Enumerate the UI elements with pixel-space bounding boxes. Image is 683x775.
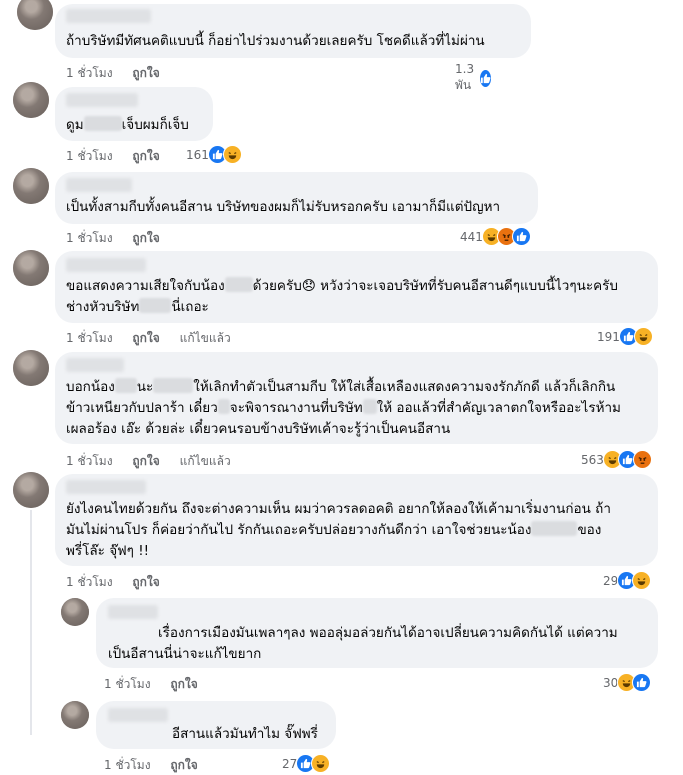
reaction-summary[interactable]: 1.3 พัน bbox=[455, 62, 493, 95]
reaction-count: 29 bbox=[603, 573, 619, 588]
redacted-name bbox=[531, 521, 578, 536]
like-link[interactable]: ถูกใจ bbox=[132, 454, 159, 468]
comment-meta: 1 ชั่วโมง ถูกใจ bbox=[66, 147, 176, 166]
reaction-count: 161 bbox=[186, 147, 209, 162]
comment-text-line-3: เผลอร้อง เอ๊ะ ด้วยล่ะ เดี๋ยวคนรอบข้างบริ… bbox=[66, 421, 451, 437]
like-link[interactable]: ถูกใจ bbox=[132, 331, 159, 345]
redacted-name bbox=[217, 399, 230, 414]
comment-meta: 1 ชั่วโมง ถูกใจ bbox=[66, 229, 176, 248]
timestamp[interactable]: 1 ชั่วโมง bbox=[104, 758, 151, 772]
like-icon bbox=[479, 69, 493, 88]
comment-text-line-2: ช่างหัวบริษัท นี่เถอะ bbox=[66, 298, 209, 315]
comment-text: ดูม เจ็บผมก็เจ็บ bbox=[66, 116, 189, 133]
comment-text-line-2: มันไม่ผ่านโปร ก็ค่อยว่ากันไป รักกันเถอะค… bbox=[66, 521, 602, 538]
avatar[interactable] bbox=[61, 598, 89, 626]
comment-meta: 1 ชั่วโมง ถูกใจ แก้ไขแล้ว bbox=[66, 452, 247, 471]
like-link[interactable]: ถูกใจ bbox=[132, 149, 159, 163]
reaction-summary[interactable]: 191 bbox=[597, 327, 653, 346]
like-link[interactable]: ถูกใจ bbox=[132, 575, 159, 589]
reaction-count: 441 bbox=[460, 229, 483, 244]
timestamp[interactable]: 1 ชั่วโมง bbox=[66, 575, 113, 589]
reaction-summary[interactable]: 563 bbox=[581, 450, 652, 469]
author-name[interactable] bbox=[108, 605, 158, 619]
timestamp[interactable]: 1 ชั่วโมง bbox=[66, 231, 113, 245]
redacted-name bbox=[139, 298, 172, 313]
avatar[interactable] bbox=[13, 250, 49, 286]
reaction-count: 30 bbox=[603, 675, 619, 690]
like-link[interactable]: ถูกใจ bbox=[170, 758, 197, 772]
comment-text-line-1: ยังไงคนไทยด้วยกัน ถึงจะต่างความเห็น ผมว่… bbox=[66, 501, 611, 517]
angry-icon bbox=[632, 450, 652, 469]
comment-text-line-3: พรี่โล๊ะ จุ๊ฟๆ !! bbox=[66, 543, 150, 559]
reaction-summary[interactable]: 161 bbox=[186, 145, 242, 164]
reply-text: อีสานแล้วมันทำไม จั๊ฟพรี่ bbox=[172, 726, 318, 742]
comment-text-line-2: ข้าวเหนียวกับปลาร้า เดี๋ยว จะพิจารณางานที… bbox=[66, 399, 621, 416]
reaction-count: 191 bbox=[597, 329, 620, 344]
reply-meta: 1 ชั่วโมง ถูกใจ bbox=[104, 756, 214, 775]
comment-text-line-1: ขอแสดงความเสียใจกับน้อง ด้วยครับ😞 หวังว่า… bbox=[66, 277, 618, 294]
redacted-name bbox=[362, 399, 377, 414]
like-link[interactable]: ถูกใจ bbox=[132, 66, 159, 80]
reaction-summary[interactable]: 29 bbox=[603, 571, 652, 590]
avatar[interactable] bbox=[13, 472, 49, 508]
comment-text-line-1: บอกน้อง นะ ให้เลิกทำตัวเป็นสามกีบ ให้ใส่เส… bbox=[66, 378, 616, 395]
author-name[interactable] bbox=[66, 93, 138, 107]
redacted-name bbox=[83, 116, 122, 131]
avatar[interactable] bbox=[61, 701, 89, 729]
like-icon bbox=[632, 673, 652, 692]
haha-icon bbox=[311, 754, 331, 773]
like-link[interactable]: ถูกใจ bbox=[170, 677, 197, 691]
timestamp[interactable]: 1 ชั่วโมง bbox=[66, 149, 113, 163]
reaction-count: 27 bbox=[282, 756, 298, 771]
comment-meta: 1 ชั่วโมง ถูกใจ bbox=[66, 64, 176, 83]
comment-text: ถ้าบริษัทมีทัศนคติแบบนี้ ก็อย่าไปร่วมงาน… bbox=[66, 33, 485, 49]
author-name[interactable] bbox=[66, 358, 124, 372]
timestamp[interactable]: 1 ชั่วโมง bbox=[66, 454, 113, 468]
timestamp[interactable]: 1 ชั่วโมง bbox=[66, 66, 113, 80]
reaction-summary[interactable]: 441 bbox=[460, 227, 531, 246]
thread-line bbox=[30, 510, 32, 735]
reaction-summary[interactable]: 27 bbox=[282, 754, 331, 773]
edited-label[interactable]: แก้ไขแล้ว bbox=[180, 454, 231, 468]
like-icon bbox=[511, 227, 531, 246]
author-name[interactable] bbox=[66, 480, 146, 494]
comment-meta: 1 ชั่วโมง ถูกใจ แก้ไขแล้ว bbox=[66, 329, 247, 348]
avatar[interactable] bbox=[13, 82, 49, 118]
author-name[interactable] bbox=[108, 708, 168, 722]
reply-meta: 1 ชั่วโมง ถูกใจ bbox=[104, 675, 214, 694]
comment-text: เป็นทั้งสามกีบทั้งคนอีสาน บริษัทของผมก็ไ… bbox=[66, 199, 501, 215]
haha-icon bbox=[633, 327, 653, 346]
avatar[interactable] bbox=[13, 168, 49, 204]
reply-text-line-1: เรื่องการเมืองมันเพลาๆลง พออลุ่มอล่วยกัน… bbox=[108, 623, 618, 644]
reply-text-line-2: เป็นอีสานนี่น่าจะแก้ไขยาก bbox=[108, 646, 262, 662]
haha-icon bbox=[222, 145, 242, 164]
reaction-count: 563 bbox=[581, 452, 604, 467]
author-name[interactable] bbox=[66, 9, 151, 23]
redacted-name bbox=[224, 277, 253, 292]
redacted-name bbox=[153, 378, 194, 393]
like-link[interactable]: ถูกใจ bbox=[132, 231, 159, 245]
avatar[interactable] bbox=[17, 0, 53, 30]
author-name[interactable] bbox=[66, 178, 132, 192]
edited-label[interactable]: แก้ไขแล้ว bbox=[180, 331, 231, 345]
avatar[interactable] bbox=[13, 350, 49, 386]
timestamp[interactable]: 1 ชั่วโมง bbox=[66, 331, 113, 345]
author-name[interactable] bbox=[66, 258, 146, 272]
reaction-summary[interactable]: 30 bbox=[603, 673, 652, 692]
haha-icon bbox=[632, 571, 652, 590]
timestamp[interactable]: 1 ชั่วโมง bbox=[104, 677, 151, 691]
comment-meta: 1 ชั่วโมง ถูกใจ bbox=[66, 573, 176, 592]
redacted-name bbox=[114, 378, 137, 393]
reaction-count: 1.3 พัน bbox=[455, 62, 475, 92]
